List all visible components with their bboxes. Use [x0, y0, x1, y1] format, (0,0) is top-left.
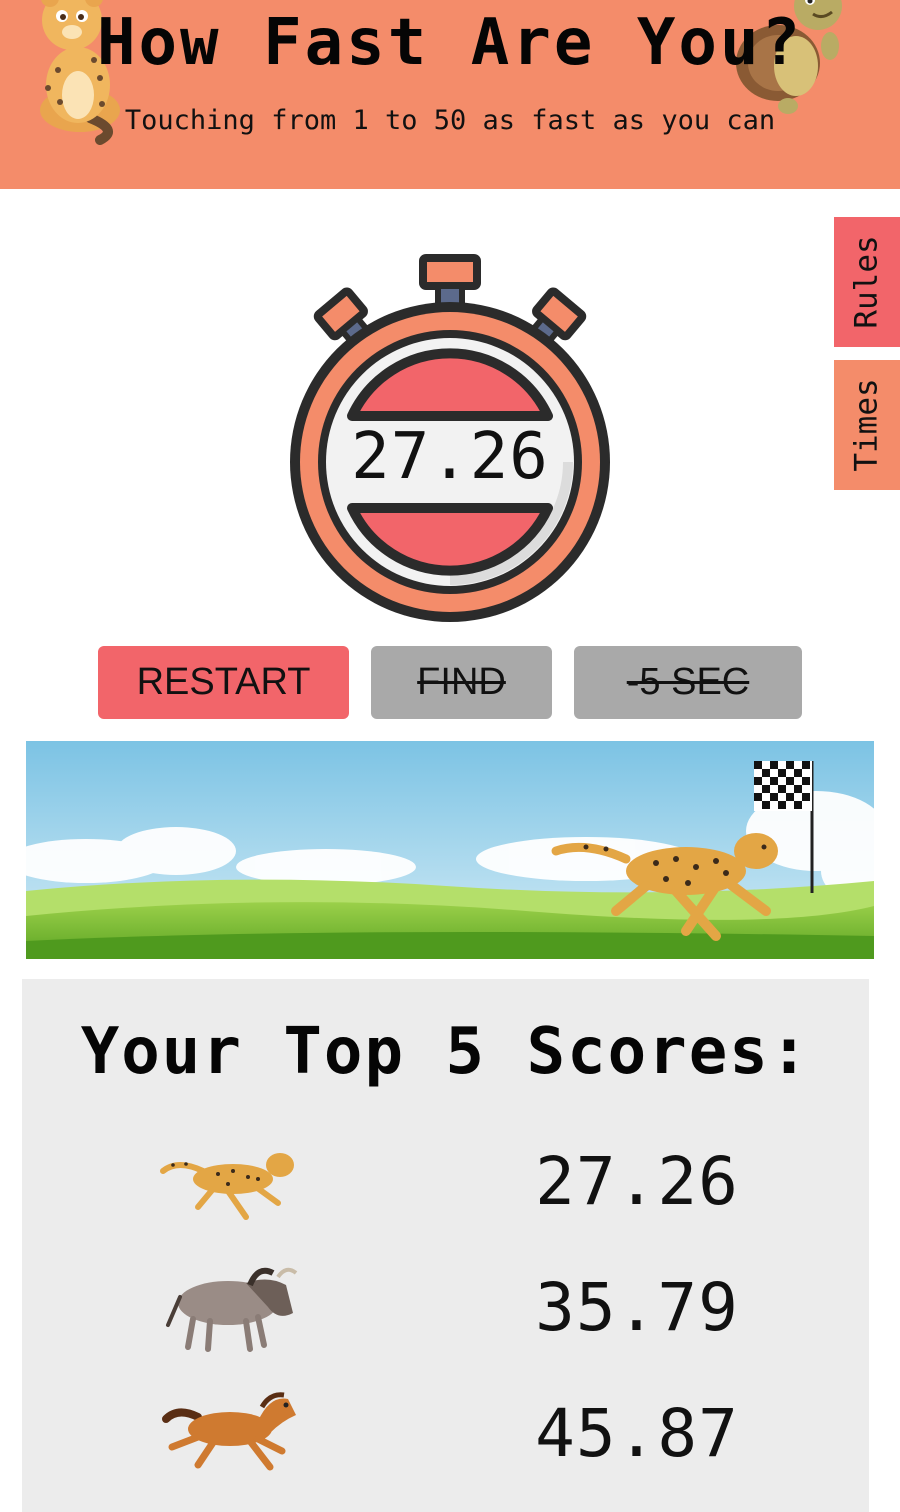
tab-rules-label: Rules — [849, 235, 886, 329]
score-value: 45.87 — [535, 1395, 739, 1472]
cheetah-race-banner — [26, 741, 874, 959]
score-row: 27.26 — [22, 1129, 869, 1229]
scores-panel: Your Top 5 Scores: 27.26 35.79 45.87 — [22, 979, 869, 1512]
minus-5-sec-button[interactable]: -5 SEC — [574, 646, 802, 719]
header: How Fast Are You? Touching from 1 to 50 … — [0, 0, 900, 189]
score-value: 27.26 — [535, 1143, 739, 1220]
score-row: 45.87 — [22, 1381, 869, 1481]
page-title: How Fast Are You? — [96, 6, 804, 80]
page-subtitle: Touching from 1 to 50 as fast as you can — [124, 105, 776, 136]
wildebeest-icon — [166, 1267, 298, 1352]
tab-times[interactable]: Times — [834, 360, 900, 490]
timer-display: 27.26 — [351, 420, 549, 494]
restart-button[interactable]: RESTART — [98, 646, 349, 719]
scores-title: Your Top 5 Scores: — [80, 1015, 811, 1089]
horse-icon — [162, 1392, 296, 1471]
tab-rules[interactable]: Rules — [834, 217, 900, 347]
find-button[interactable]: FIND — [371, 646, 552, 719]
cheetah-icon — [160, 1153, 294, 1220]
score-row: 35.79 — [22, 1255, 869, 1355]
score-value: 35.79 — [535, 1269, 739, 1346]
tab-times-label: Times — [849, 378, 886, 472]
